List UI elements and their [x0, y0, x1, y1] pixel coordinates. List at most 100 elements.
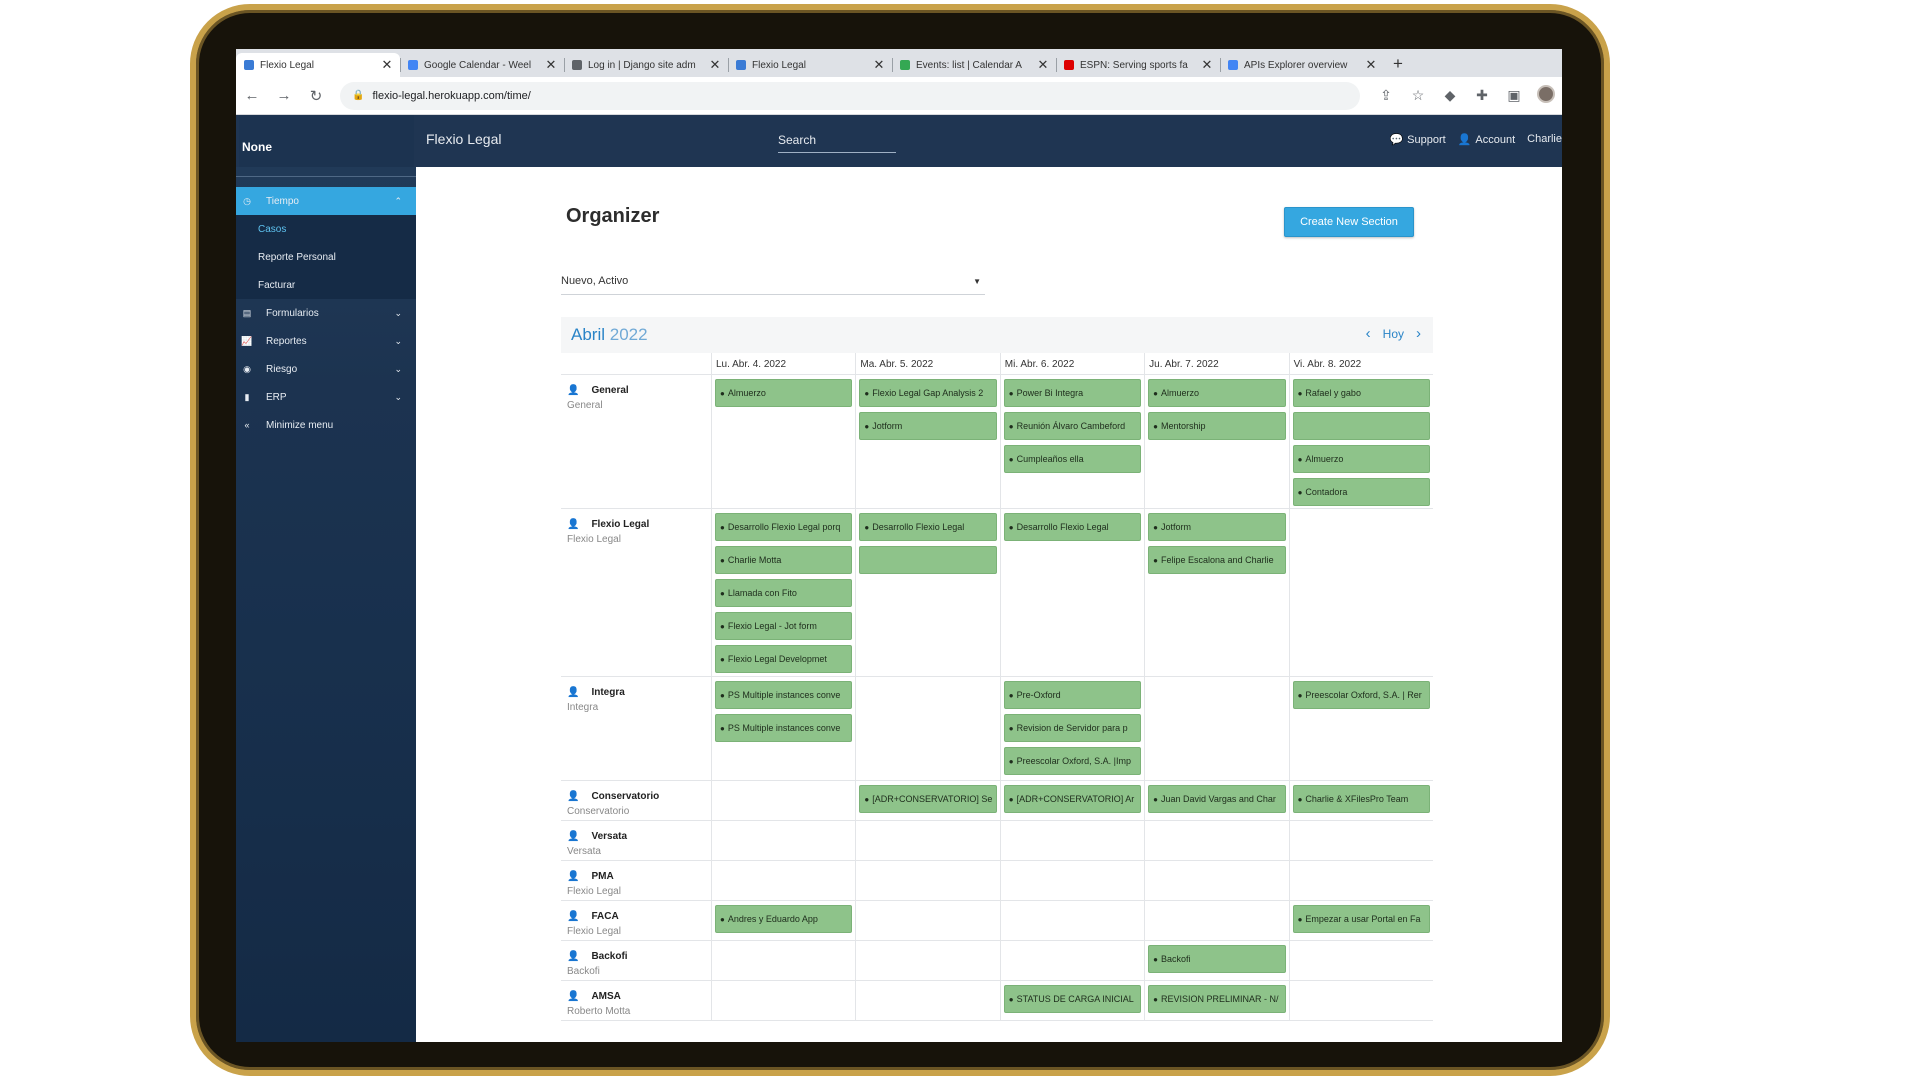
- close-icon[interactable]: ✕: [544, 57, 558, 73]
- close-icon[interactable]: ✕: [1200, 57, 1214, 73]
- sidebar-sub-facturar[interactable]: Facturar: [236, 271, 416, 299]
- browser-tab[interactable]: Events: list | Calendar A ✕: [892, 53, 1056, 77]
- calendar-event[interactable]: ● [ADR+CONSERVATORIO] Ar: [1003, 785, 1142, 813]
- calendar-event[interactable]: ● STATUS DE CARGA INICIAL: [1003, 985, 1142, 1013]
- calendar-cell[interactable]: [1144, 677, 1288, 780]
- calendar-event[interactable]: ● REVISION PRELIMINAR - N/: [1148, 985, 1286, 1013]
- forward-icon[interactable]: →: [268, 87, 300, 104]
- calendar-cell[interactable]: ● Jotform ● Felipe Escalona and Charlie: [1144, 509, 1288, 676]
- calendar-cell[interactable]: ● Pre-Oxford ● Revision de Servidor para p ●…: [999, 677, 1144, 780]
- calendar-event[interactable]: ● Contadora: [1292, 478, 1430, 506]
- close-icon[interactable]: ✕: [708, 57, 722, 73]
- calendar-cell[interactable]: ● Backofi: [1144, 941, 1288, 980]
- row-name[interactable]: 👤 AMSA: [567, 991, 711, 1002]
- calendar-cell[interactable]: [999, 861, 1144, 900]
- browser-tab[interactable]: Log in | Django site adm ✕: [564, 53, 728, 77]
- row-name[interactable]: 👤 Versata: [567, 831, 711, 842]
- back-icon[interactable]: ←: [236, 87, 268, 104]
- calendar-cell[interactable]: ● Almuerzo: [711, 375, 855, 508]
- calendar-cell[interactable]: [1144, 821, 1288, 860]
- browser-tab[interactable]: Flexio Legal ✕: [236, 53, 400, 77]
- chevron-left-icon[interactable]: ‹: [1366, 325, 1371, 342]
- calendar-cell[interactable]: [855, 941, 999, 980]
- calendar-event[interactable]: ● [ADR+CONSERVATORIO] Se: [859, 785, 997, 813]
- calendar-event[interactable]: ● Juan David Vargas and Char: [1148, 785, 1286, 813]
- calendar-cell[interactable]: [1144, 901, 1288, 940]
- calendar-cell[interactable]: [999, 821, 1144, 860]
- calendar-cell[interactable]: ● Juan David Vargas and Char: [1144, 781, 1288, 820]
- sidebar-item-riesgo[interactable]: ◉ Riesgo ⌄: [236, 355, 416, 383]
- calendar-event[interactable]: ● Mentorship: [1148, 412, 1286, 440]
- calendar-event[interactable]: ● Backofi: [1148, 945, 1286, 973]
- sidebar-item-reportes[interactable]: 📈 Reportes ⌄: [236, 327, 416, 355]
- calendar-cell[interactable]: ● Desarrollo Flexio Legal: [999, 509, 1144, 676]
- calendar-event[interactable]: ● Cumpleaños ella: [1003, 445, 1142, 473]
- calendar-cell[interactable]: ● Desarrollo Flexio Legal: [855, 509, 999, 676]
- calendar-cell[interactable]: ● STATUS DE CARGA INICIAL: [999, 981, 1144, 1020]
- calendar-cell[interactable]: [1288, 509, 1433, 676]
- status-filter-select[interactable]: Nuevo, Activo ▼: [561, 275, 985, 295]
- today-button[interactable]: Hoy: [1383, 327, 1404, 341]
- calendar-cell[interactable]: ● Flexio Legal Gap Analysis 2 ● Jotform: [855, 375, 999, 508]
- calendar-event[interactable]: ● Jotform: [859, 412, 997, 440]
- address-bar[interactable]: 🔒 flexio-legal.herokuapp.com/time/: [340, 81, 1360, 110]
- support-link[interactable]: 💬 Support: [1389, 133, 1445, 146]
- star-icon[interactable]: ☆: [1402, 87, 1434, 104]
- calendar-cell[interactable]: [1144, 861, 1288, 900]
- minimize-menu-button[interactable]: « Minimize menu: [236, 411, 416, 439]
- calendar-event[interactable]: ● Almuerzo: [715, 379, 853, 407]
- calendar-event[interactable]: [859, 546, 997, 574]
- calendar-event[interactable]: ● Charlie Motta: [715, 546, 853, 574]
- calendar-event[interactable]: ● Flexio Legal Developmet: [715, 645, 853, 673]
- calendar-cell[interactable]: ● REVISION PRELIMINAR - N/: [1144, 981, 1288, 1020]
- calendar-event[interactable]: ● Empezar a usar Portal en Fa: [1292, 905, 1430, 933]
- calendar-cell[interactable]: [1288, 941, 1433, 980]
- search-input[interactable]: Search: [778, 133, 896, 153]
- reload-icon[interactable]: ↻: [300, 87, 332, 105]
- side-panel-icon[interactable]: ▣: [1498, 87, 1530, 104]
- calendar-event[interactable]: ● Revision de Servidor para p: [1003, 714, 1142, 742]
- row-name[interactable]: 👤 General: [567, 385, 711, 396]
- browser-tab[interactable]: Flexio Legal ✕: [728, 53, 892, 77]
- close-icon[interactable]: ✕: [1364, 57, 1378, 73]
- calendar-cell[interactable]: ● Desarrollo Flexio Legal porq ● Charlie Mo…: [711, 509, 855, 676]
- calendar-cell[interactable]: [855, 861, 999, 900]
- calendar-event[interactable]: ● Jotform: [1148, 513, 1286, 541]
- close-icon[interactable]: ✕: [380, 57, 394, 73]
- calendar-event[interactable]: ● Flexio Legal Gap Analysis 2: [859, 379, 997, 407]
- row-name[interactable]: 👤 Integra: [567, 687, 711, 698]
- share-icon[interactable]: ⇪: [1370, 87, 1402, 104]
- calendar-event[interactable]: ● Desarrollo Flexio Legal porq: [715, 513, 853, 541]
- sidebar-sub-reporte-personal[interactable]: Reporte Personal: [236, 243, 416, 271]
- calendar-event[interactable]: ● Desarrollo Flexio Legal: [1003, 513, 1142, 541]
- calendar-event[interactable]: ● Andres y Eduardo App: [715, 905, 853, 933]
- sidebar-item-tiempo[interactable]: ◷ Tiempo ⌃: [236, 187, 416, 215]
- browser-tab[interactable]: APIs Explorer overview ✕: [1220, 53, 1384, 77]
- calendar-cell[interactable]: [711, 781, 855, 820]
- calendar-cell[interactable]: [1288, 821, 1433, 860]
- sidebar-item-erp[interactable]: ▮ ERP ⌄: [236, 383, 416, 411]
- calendar-event[interactable]: [1292, 412, 1430, 440]
- calendar-event[interactable]: ● Felipe Escalona and Charlie: [1148, 546, 1286, 574]
- calendar-event[interactable]: ● Pre-Oxford: [1003, 681, 1142, 709]
- calendar-cell[interactable]: [855, 901, 999, 940]
- calendar-event[interactable]: ● Almuerzo: [1292, 445, 1430, 473]
- sidebar-item-formularios[interactable]: ▤ Formularios ⌄: [236, 299, 416, 327]
- calendar-cell[interactable]: ● Charlie & XFilesPro Team: [1288, 781, 1433, 820]
- calendar-cell[interactable]: ● Almuerzo ● Mentorship: [1144, 375, 1288, 508]
- browser-tab[interactable]: ESPN: Serving sports fa ✕: [1056, 53, 1220, 77]
- row-name[interactable]: 👤 FACA: [567, 911, 711, 922]
- calendar-cell[interactable]: [711, 981, 855, 1020]
- calendar-cell[interactable]: ● PS Multiple instances conve ● PS Multiple…: [711, 677, 855, 780]
- calendar-cell[interactable]: [1288, 861, 1433, 900]
- calendar-cell[interactable]: [855, 981, 999, 1020]
- create-new-section-button[interactable]: Create New Section: [1284, 207, 1414, 237]
- calendar-cell[interactable]: ● [ADR+CONSERVATORIO] Ar: [999, 781, 1144, 820]
- calendar-cell[interactable]: [855, 677, 999, 780]
- calendar-cell[interactable]: [711, 861, 855, 900]
- browser-tab[interactable]: Google Calendar - Weel ✕: [400, 53, 564, 77]
- calendar-event[interactable]: ● Preescolar Oxford, S.A. |Imp: [1003, 747, 1142, 775]
- close-icon[interactable]: ✕: [1036, 57, 1050, 73]
- calendar-cell[interactable]: ● Preescolar Oxford, S.A. | Rer: [1288, 677, 1433, 780]
- calendar-cell[interactable]: ● Rafael y gabo ● Almuerzo ● Contadora: [1288, 375, 1433, 508]
